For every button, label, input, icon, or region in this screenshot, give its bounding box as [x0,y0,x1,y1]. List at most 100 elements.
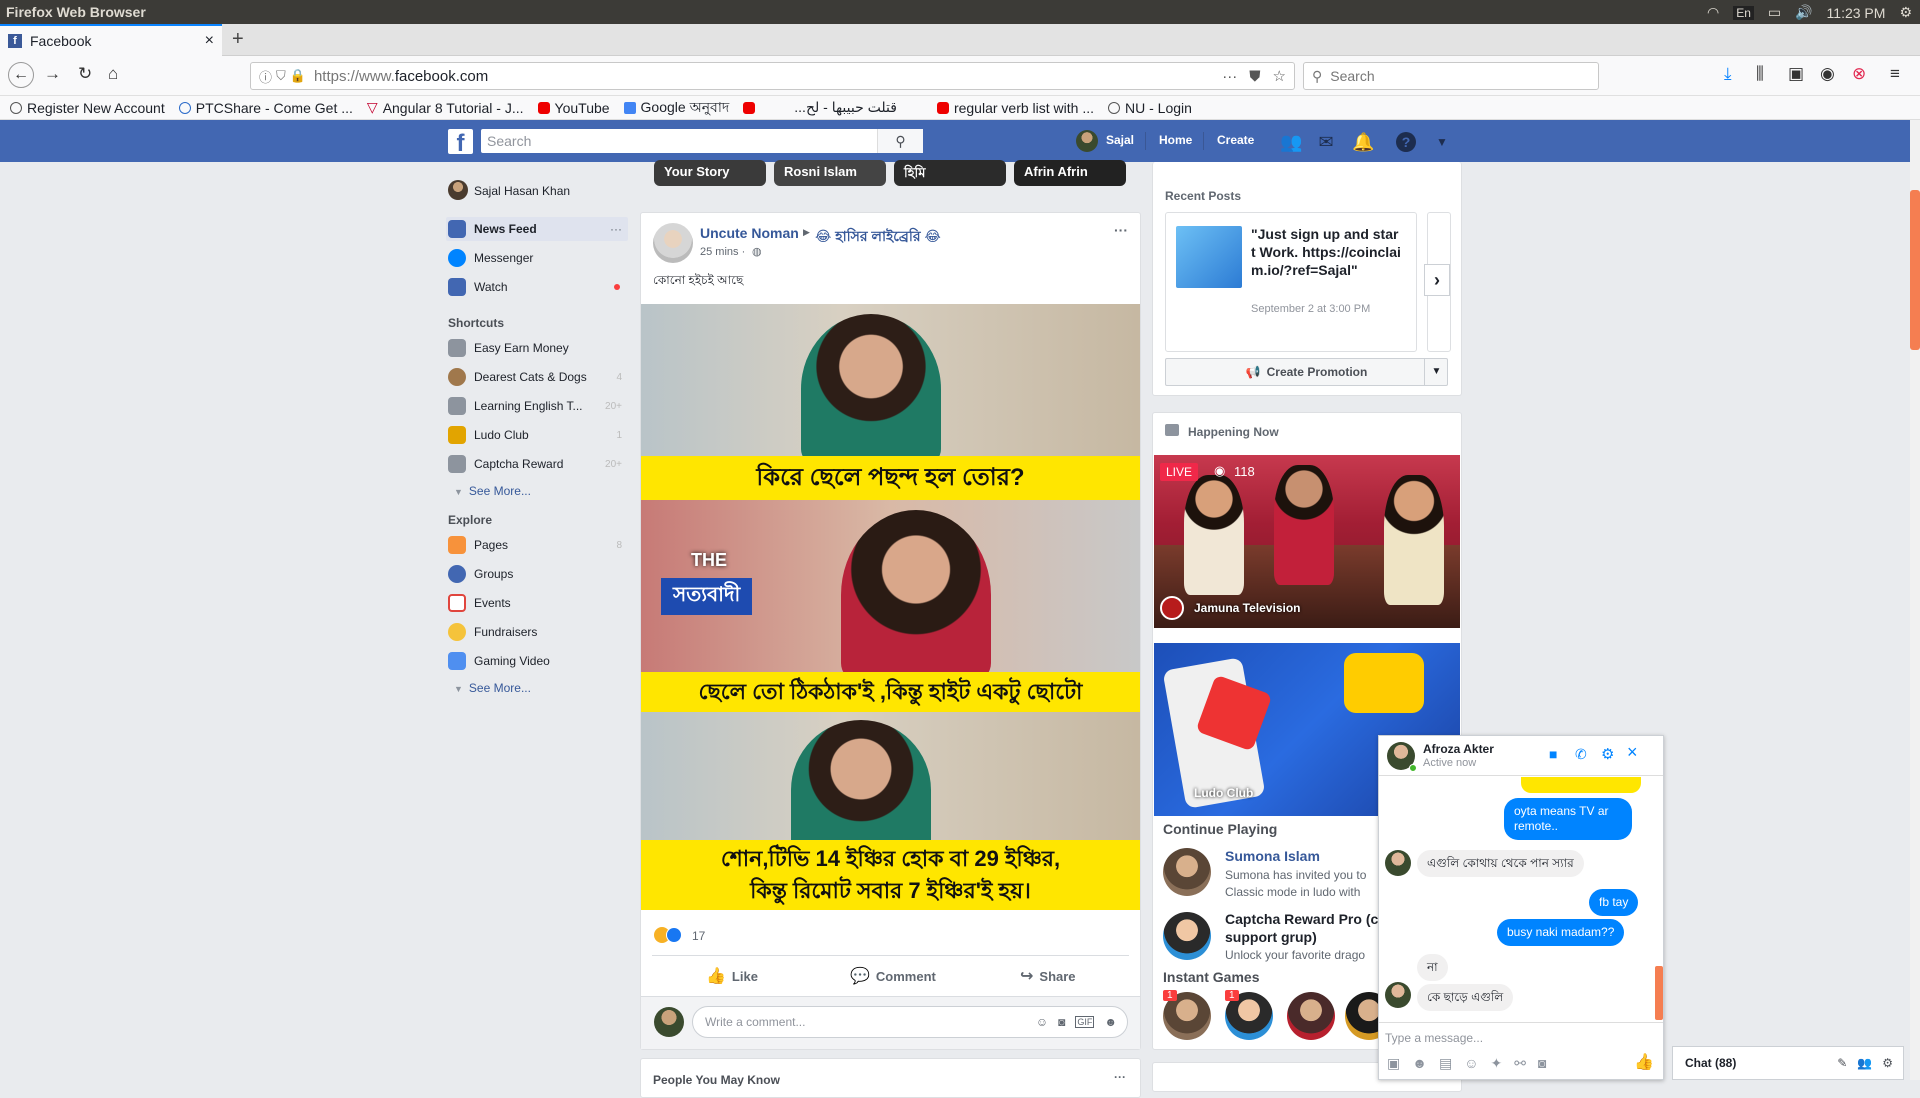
comment-input[interactable]: Write a comment... ☺ ◙ GIF ☻ [692,1006,1128,1038]
game-title-line2[interactable]: support grup) [1225,929,1317,945]
browser-search-field[interactable]: ⚲ Search [1303,62,1599,90]
emoji-icon[interactable]: ☺ [1464,1055,1478,1072]
carousel-next-icon[interactable]: › [1424,264,1450,296]
promotion-dropdown-icon[interactable]: ▼ [1424,358,1448,386]
user-full-name[interactable]: Sajal Hasan Khan [474,184,570,198]
messenger-icon[interactable]: ✉ [1316,132,1336,152]
bookmark-5[interactable] [743,101,760,114]
new-group-icon[interactable]: 👥 [1857,1056,1872,1070]
blocker-icon[interactable]: ⊗ [1852,64,1866,84]
thumbs-up-send-icon[interactable]: 👍 [1634,1052,1654,1072]
facebook-search-button[interactable]: ⚲ [877,129,923,153]
bookmark-3[interactable]: YouTube [537,100,610,116]
camera-icon[interactable]: ◙ [1538,1055,1546,1072]
reaction-count[interactable]: 17 [692,929,705,943]
friend-requests-icon[interactable]: 👥 [1280,132,1302,152]
settings-gear-icon[interactable]: ⚙ [1601,745,1614,763]
explore-item-fundraisers[interactable]: Fundraisers [446,620,628,644]
chat-name[interactable]: Afroza Akter [1423,742,1494,756]
shortcut-item[interactable]: Dearest Cats & Dogs 4 [446,365,628,389]
user-avatar[interactable] [448,180,468,200]
account-icon[interactable]: ◉ [1820,64,1835,84]
left-nav-watch[interactable]: Watch [446,275,628,299]
bookmark-6[interactable]: ...قتلت حبيبها - لح [794,99,897,116]
sticker-icon[interactable]: ☻ [1412,1055,1427,1072]
help-icon[interactable]: ? [1396,132,1416,152]
nav-create[interactable]: Create [1217,133,1254,147]
info-icon[interactable]: ⓘ [259,67,272,86]
menu-icon[interactable]: ≡ [1890,64,1900,84]
photo-icon[interactable]: ▣ [1387,1055,1400,1072]
explore-item-pages[interactable]: Pages 8 [446,533,628,557]
live-channel-name[interactable]: Jamuna Television [1194,601,1300,615]
bookmark-7[interactable]: regular verb list with ... [936,100,1094,116]
post-author[interactable]: Uncute Noman [700,225,799,241]
phone-icon[interactable]: ✆ [1575,746,1587,763]
bookmark-4[interactable]: Google অনুবাদ [623,96,729,119]
camera-icon[interactable]: ◙ [1058,1015,1065,1029]
bookmark-1[interactable]: PTCShare - Come Get ... [178,100,353,116]
bookmark-8[interactable]: NU - Login [1108,100,1192,116]
like-reaction-icon[interactable] [666,927,682,943]
chat-dock[interactable]: Chat (88) ✎ 👥 ⚙ [1672,1046,1904,1080]
story-card[interactable]: Your Story [654,160,766,186]
post-image[interactable]: কিরে ছেলে পছন্দ হল তোর? THE সত্যবাদী ছেল… [641,304,1140,910]
wifi-icon[interactable]: ◠ [1707,4,1719,21]
post-options-icon[interactable]: ··· [1114,222,1128,238]
game-avatar[interactable] [1163,912,1211,960]
shortcut-item[interactable]: Captcha Reward 20+ [446,452,628,476]
compose-icon[interactable]: ✎ [1837,1056,1847,1070]
back-arrow-icon[interactable]: ← [8,62,34,88]
see-more-explore[interactable]: ▼ See More... [454,681,531,695]
game-icon[interactable]: ✦ [1491,1055,1503,1072]
video-call-icon[interactable]: ■ [1549,746,1557,762]
bookmark-2[interactable]: ▽ Angular 8 Tutorial - J... [367,99,524,116]
recent-post-text[interactable]: "Just sign up and start Work. https://co… [1251,225,1401,279]
post-group[interactable]: 😂 হাসির লাইব্রেরি 😂 [815,225,941,249]
explore-item-groups[interactable]: Groups [446,562,628,586]
chat-header[interactable] [1379,736,1663,776]
tab-close-icon[interactable]: × [205,32,214,50]
shortcut-item[interactable]: Ludo Club 1 [446,423,628,447]
post-time[interactable]: 25 mins · [700,246,745,258]
create-promotion-button[interactable]: 📢 Create Promotion [1165,358,1448,386]
like-button[interactable]: 👍 Like [706,966,758,986]
link-icon[interactable]: ⚯ [1514,1055,1526,1072]
nav-home[interactable]: Home [1159,133,1192,147]
os-clock[interactable]: 11:23 PM [1827,5,1886,21]
keyboard-lang[interactable]: En [1733,5,1754,20]
chat-input[interactable]: Type a message... [1379,1022,1663,1052]
sticker-icon[interactable]: ☻ [1104,1015,1117,1029]
comment-button[interactable]: 💬 Comment [850,966,936,986]
live-video[interactable]: LIVE ◉ 118 Jamuna Television [1154,455,1460,628]
lock-icon[interactable]: 🔒 [290,68,306,84]
shortcut-item[interactable]: Learning English T... 20+ [446,394,628,418]
share-button[interactable]: ↪ Share [1020,966,1076,986]
game-title[interactable]: Sumona Islam [1225,848,1320,864]
chat-scrollbar[interactable] [1655,966,1663,1020]
game-avatar[interactable] [1163,848,1211,896]
volume-icon[interactable]: 🔊 [1795,4,1812,21]
bookmark-star-icon[interactable]: ☆ [1273,67,1286,85]
page-scrollbar-thumb[interactable] [1910,190,1920,350]
url-bar[interactable]: ⓘ ⛉ 🔒 https://www. facebook.com ··· ⛊ ☆ [250,62,1295,90]
game-title[interactable]: Captcha Reward Pro (c [1225,911,1378,927]
shield-icon[interactable]: ⛉ [276,68,286,84]
profile-avatar[interactable] [1076,130,1098,152]
reload-icon[interactable]: ↻ [78,64,92,84]
sidebar-icon[interactable]: ▣ [1788,64,1804,84]
library-icon[interactable]: ⫼ [1756,64,1764,84]
explore-item-gaming-video[interactable]: Gaming Video [446,649,628,673]
left-nav-news-feed[interactable]: News Feed ··· [446,217,628,241]
more-options-icon[interactable]: ··· [610,222,628,236]
pocket-icon[interactable]: ⛊ [1249,68,1260,85]
emoji-icon[interactable]: ☺ [1036,1015,1048,1029]
nav-profile-name[interactable]: Sajal [1106,133,1134,147]
post-author-avatar[interactable] [653,223,693,263]
new-tab-icon[interactable]: + [232,28,244,51]
downloads-icon[interactable]: ⤓ [1724,64,1732,84]
tab-facebook[interactable]: f Facebook × [0,24,222,56]
gif-icon[interactable]: ▤ [1439,1055,1452,1072]
shortcut-item[interactable]: Easy Earn Money [446,336,628,360]
notifications-bell-icon[interactable]: 🔔 [1352,132,1374,152]
